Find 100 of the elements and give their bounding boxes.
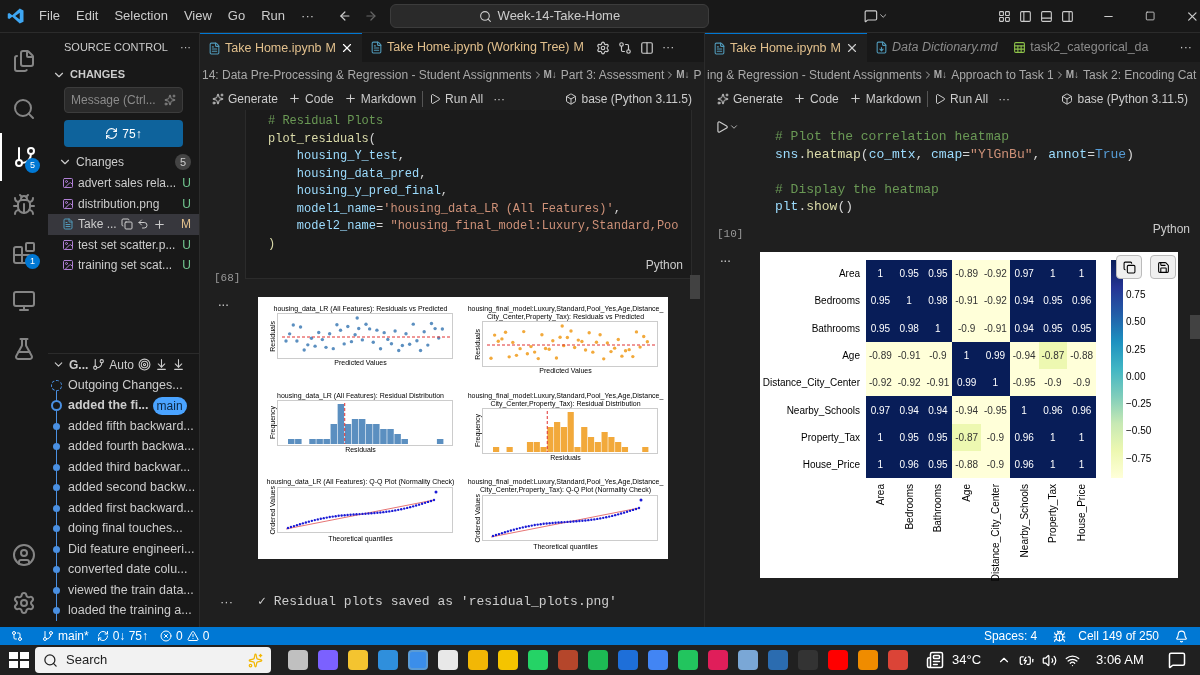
menu-item[interactable]: ··· xyxy=(293,6,323,26)
scrollbar-thumb[interactable] xyxy=(1190,315,1200,339)
breadcrumb[interactable]: P xyxy=(693,65,702,84)
commit-message[interactable]: added the fi... xyxy=(68,396,149,416)
save-button[interactable] xyxy=(1150,255,1176,279)
menu-item[interactable]: Selection xyxy=(106,6,176,26)
more-button[interactable]: ··· xyxy=(200,592,258,612)
settings-icon[interactable] xyxy=(595,40,610,55)
branch-status[interactable]: main* xyxy=(42,627,89,645)
commit-message[interactable]: doing final touches... xyxy=(68,519,183,539)
stage-icon[interactable] xyxy=(152,217,166,231)
more-button[interactable]: ··· xyxy=(180,39,191,56)
commit-message[interactable]: Did feature engineeri... xyxy=(68,539,195,559)
app-icon[interactable] xyxy=(408,650,428,670)
commit-message[interactable]: added third backwar... xyxy=(68,457,191,477)
command-search-field[interactable]: Week-14-Take-Home xyxy=(389,4,710,28)
sync-button[interactable]: 75↑ xyxy=(64,120,183,147)
pull-icon[interactable] xyxy=(172,358,186,371)
app-icon[interactable] xyxy=(528,650,548,670)
more-button[interactable]: ··· xyxy=(661,38,675,57)
commit-message-field[interactable]: Message (Ctrl... xyxy=(64,87,183,113)
commit-message[interactable]: viewed the train data... xyxy=(68,580,194,600)
menu-item[interactable]: Go xyxy=(219,6,254,26)
breadcrumb[interactable]: Task 2: Encoding Cat xyxy=(1083,65,1197,84)
commit-message[interactable]: added fourth backwa... xyxy=(68,437,195,457)
commit-message[interactable]: added fifth backward... xyxy=(68,416,194,436)
commit-message[interactable]: added second backw... xyxy=(68,478,196,498)
back-icon[interactable] xyxy=(338,8,352,24)
breadcrumb[interactable]: ing & Regression - Student Assignments xyxy=(707,65,922,84)
close-icon[interactable] xyxy=(340,41,354,55)
volume-icon[interactable] xyxy=(1042,652,1058,668)
add-markdown-button[interactable]: Markdown xyxy=(844,89,926,108)
sync-status[interactable]: 0↓ 75↑ xyxy=(96,627,149,645)
changed-file[interactable]: training set scat... U xyxy=(48,255,199,276)
language-label[interactable]: Python xyxy=(1152,220,1190,238)
fetch-icon[interactable] xyxy=(155,358,169,371)
app-icon[interactable] xyxy=(438,650,458,670)
app-icon[interactable] xyxy=(738,650,758,670)
generate-button[interactable]: Generate xyxy=(713,89,788,108)
changes-header[interactable]: Changes xyxy=(76,153,125,171)
cell-status[interactable]: Cell 149 of 250 xyxy=(1078,627,1159,645)
changed-file[interactable]: Take ... M xyxy=(48,214,199,235)
branch-icon[interactable] xyxy=(92,358,106,371)
changed-file[interactable]: distribution.png U xyxy=(48,193,199,214)
more-button[interactable]: ··· xyxy=(489,89,510,108)
split-editor-icon[interactable] xyxy=(639,40,654,55)
copy-button[interactable] xyxy=(1116,255,1142,279)
editor-tab[interactable]: Take Home.ipynb M xyxy=(200,33,362,62)
editor-tab[interactable]: task2_categorical_da xyxy=(1005,33,1157,62)
kernel-button[interactable]: base (Python 3.11.5) xyxy=(1057,89,1192,108)
kernel-button[interactable]: base (Python 3.11.5) xyxy=(561,89,696,108)
restore-icon[interactable] xyxy=(1144,10,1156,22)
start-icon[interactable] xyxy=(9,652,29,668)
app-icon[interactable] xyxy=(858,650,878,670)
target-icon[interactable] xyxy=(138,358,152,371)
editor-tab[interactable]: Data Dictionary.md xyxy=(867,33,1006,62)
generate-button[interactable]: Generate xyxy=(208,89,283,108)
compare-icon[interactable] xyxy=(617,40,632,55)
breadcrumb[interactable]: Part 3: Assessment xyxy=(560,65,665,84)
taskbar-search-field[interactable]: Search xyxy=(35,647,271,673)
settings-icon[interactable] xyxy=(12,591,36,615)
menu-item[interactable]: Edit xyxy=(68,6,107,26)
menu-item[interactable]: File xyxy=(31,6,68,26)
sidebar-toggle-icon[interactable] xyxy=(1019,8,1033,24)
app-icon[interactable] xyxy=(318,650,338,670)
run-all-button[interactable]: Run All xyxy=(930,89,993,108)
commit-message[interactable]: added first backward... xyxy=(68,498,194,518)
panel-toggle-icon[interactable] xyxy=(1040,8,1054,24)
widgets-icon[interactable] xyxy=(926,651,944,669)
open-file-icon[interactable] xyxy=(120,218,133,231)
run-all-button[interactable]: Run All xyxy=(425,89,488,108)
menu-item[interactable]: View xyxy=(175,6,220,26)
discard-icon[interactable] xyxy=(136,218,149,231)
account-icon[interactable] xyxy=(12,543,36,567)
layout-icon[interactable] xyxy=(998,8,1012,24)
commit-message[interactable]: Outgoing Changes... xyxy=(68,375,183,395)
add-code-button[interactable]: Code xyxy=(284,89,338,108)
app-icon[interactable] xyxy=(618,650,638,670)
menu-item[interactable]: Run xyxy=(253,6,294,26)
problems-status[interactable]: 0 0 xyxy=(160,627,210,645)
commit-message[interactable]: loaded the training a... xyxy=(68,601,192,621)
app-icon[interactable] xyxy=(828,650,848,670)
activity-item[interactable]: 1 xyxy=(0,229,48,277)
editor-tab[interactable]: Take Home.ipynb (Working Tree) M xyxy=(362,33,592,62)
more-button[interactable]: ... xyxy=(720,248,731,268)
section-header[interactable]: CHANGES xyxy=(70,66,125,83)
add-code-button[interactable]: Code xyxy=(789,89,843,108)
clock[interactable]: 3:06 AM xyxy=(1096,650,1144,670)
changed-file[interactable]: advert sales rela... U xyxy=(48,173,199,194)
app-icon[interactable] xyxy=(588,650,608,670)
notifications-icon[interactable] xyxy=(1175,629,1188,643)
app-icon[interactable] xyxy=(648,650,668,670)
more-button[interactable]: ... xyxy=(218,292,229,312)
run-cell-button[interactable] xyxy=(715,120,739,134)
more-button[interactable]: ··· xyxy=(994,89,1015,108)
app-icon[interactable] xyxy=(888,650,908,670)
app-icon[interactable] xyxy=(678,650,698,670)
sparkle-icon[interactable] xyxy=(164,94,176,106)
scrollbar-thumb[interactable] xyxy=(690,275,700,299)
indentation-status[interactable]: Spaces: 4 xyxy=(983,627,1038,645)
